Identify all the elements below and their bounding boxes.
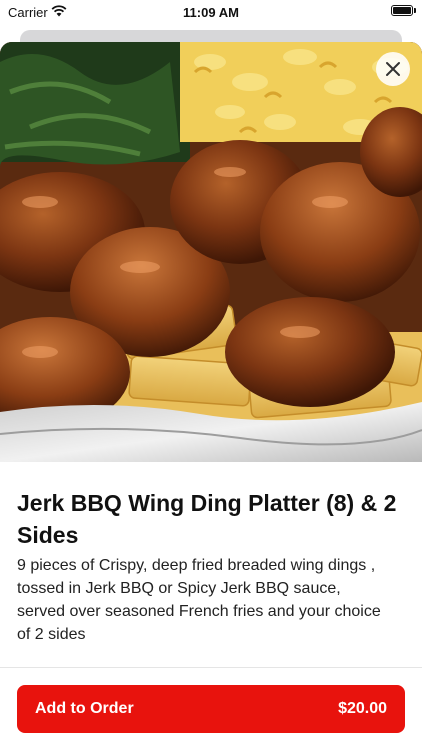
- close-icon: [386, 62, 400, 76]
- item-title: Jerk BBQ Wing Ding Platter (8) & 2 Sides: [17, 490, 397, 548]
- item-price: $20.00: [338, 700, 387, 717]
- clock: 11:09 AM: [183, 5, 239, 20]
- battery-cap: [414, 8, 416, 13]
- add-to-order-button[interactable]: Add to Order $20.00: [17, 685, 405, 733]
- add-to-order-label: Add to Order: [35, 700, 134, 717]
- item-description: 9 pieces of Crispy, deep fried breaded w…: [17, 557, 381, 643]
- divider: [0, 667, 422, 668]
- battery-icon: [391, 5, 413, 16]
- item-photo: [0, 42, 422, 462]
- status-bar: Carrier 11:09 AM: [0, 0, 422, 26]
- food-photo-illustration: [0, 42, 422, 462]
- close-button[interactable]: [376, 52, 410, 86]
